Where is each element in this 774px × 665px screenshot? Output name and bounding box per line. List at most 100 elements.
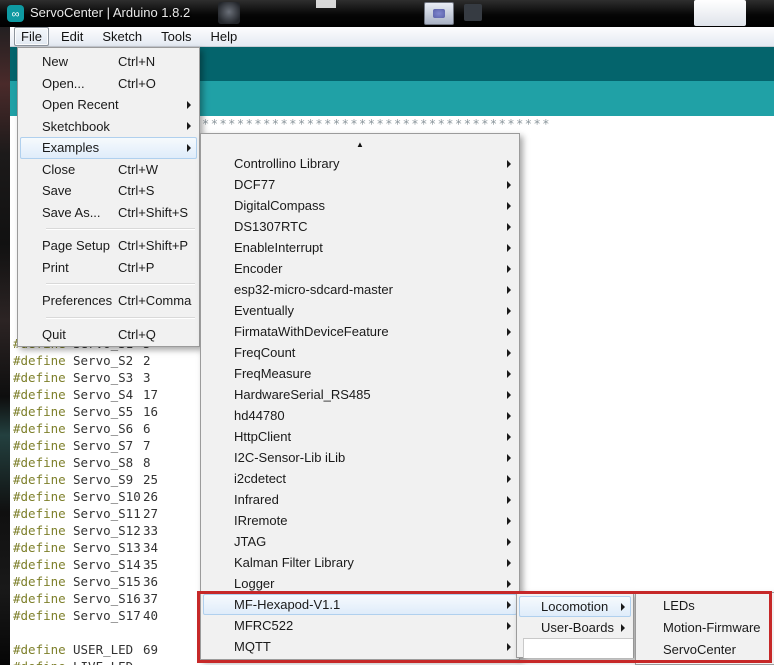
menu-item-label: Sketchbook: [42, 119, 118, 134]
define-value: 37: [143, 590, 158, 607]
menubar-item[interactable]: Tools: [154, 27, 198, 46]
menubar-item[interactable]: File: [14, 27, 49, 46]
menu-item-shortcut: Ctrl+P: [118, 260, 154, 275]
define-identifier: Servo_S2: [73, 352, 143, 369]
menu-item-label: FirmataWithDeviceFeature: [234, 324, 389, 339]
arduino-logo-icon: ∞: [7, 5, 24, 22]
examples-menu-item[interactable]: MF-Hexapod-V1.1: [203, 594, 517, 615]
taskbar-thumbnail[interactable]: [464, 4, 482, 21]
submenu-arrow-icon: [507, 349, 511, 357]
examples-menu-item[interactable]: DCF77: [203, 174, 517, 195]
submenu-arrow-icon: [621, 624, 625, 632]
hexapod-menu-item[interactable]: Locomotion: [519, 596, 631, 617]
examples-menu-item[interactable]: i2cdetect: [203, 468, 517, 489]
examples-menu-item[interactable]: MQTT: [203, 636, 517, 657]
file-menu-item[interactable]: Sketchbook: [20, 116, 197, 138]
define-value: 17: [143, 386, 158, 403]
hexapod-item-list: Locomotion User-Boards: [517, 596, 633, 638]
taskbar-thumbnail[interactable]: [218, 2, 240, 24]
examples-menu-item[interactable]: FreqCount: [203, 342, 517, 363]
file-menu-item[interactable]: Save As... Ctrl+Shift+S: [20, 202, 197, 224]
menu-item-shortcut: Ctrl+Shift+S: [118, 205, 188, 220]
examples-menu-item[interactable]: esp32-micro-sdcard-master: [203, 279, 517, 300]
examples-menu-item[interactable]: MFRC522: [203, 615, 517, 636]
file-menu-item[interactable]: [20, 278, 197, 290]
submenu-arrow-icon: [507, 202, 511, 210]
menubar-item[interactable]: Help: [203, 27, 244, 46]
submenu-arrow-icon: [187, 144, 191, 152]
define-value: 7: [143, 437, 151, 454]
file-menu-item[interactable]: Preferences Ctrl+Comma: [20, 290, 197, 312]
define-directive: #define: [13, 641, 73, 658]
submenu-arrow-icon: [187, 122, 191, 130]
menubar-item[interactable]: Edit: [54, 27, 90, 46]
file-menu-item[interactable]: [20, 312, 197, 324]
file-menu-item[interactable]: Examples: [20, 137, 197, 159]
file-menu-item[interactable]: Page Setup Ctrl+Shift+P: [20, 235, 197, 257]
taskbar-thumbnail[interactable]: [316, 0, 336, 8]
examples-menu-item[interactable]: DS1307RTC: [203, 216, 517, 237]
submenu-arrow-icon: [507, 244, 511, 252]
examples-menu-item[interactable]: JTAG: [203, 531, 517, 552]
taskbar-thumbnail[interactable]: [694, 0, 746, 26]
submenu-arrow-icon: [507, 286, 511, 294]
menu-item-label: I2C-Sensor-Lib iLib: [234, 450, 345, 465]
define-value: 34: [143, 539, 158, 556]
hexapod-menu-item[interactable]: User-Boards: [519, 617, 631, 638]
examples-menu-item[interactable]: Encoder: [203, 258, 517, 279]
boards-menu-item[interactable]: LEDs: [638, 594, 772, 616]
submenu-arrow-icon: [507, 601, 511, 609]
examples-menu-item[interactable]: I2C-Sensor-Lib iLib: [203, 447, 517, 468]
examples-menu-item[interactable]: EnableInterrupt: [203, 237, 517, 258]
examples-menu-item[interactable]: HardwareSerial_RS485: [203, 384, 517, 405]
examples-menu-item[interactable]: Controllino Library: [203, 153, 517, 174]
define-identifier: [73, 624, 143, 641]
screenshot-root: ∞ ServoCenter | Arduino 1.8.2 File Edit …: [0, 0, 774, 665]
file-menu-item[interactable]: [20, 223, 197, 235]
menu-item-label: JTAG: [234, 534, 266, 549]
examples-menu-item[interactable]: Kalman Filter Library: [203, 552, 517, 573]
file-menu-item[interactable]: Print Ctrl+P: [20, 257, 197, 279]
define-identifier: Servo_S6: [73, 420, 143, 437]
menu-item-label: MQTT: [234, 639, 271, 654]
define-value: 2: [143, 352, 151, 369]
desktop-background-sliver: [0, 27, 10, 665]
file-menu-item[interactable]: Open... Ctrl+O: [20, 73, 197, 95]
menu-item-shortcut: Ctrl+W: [118, 162, 158, 177]
examples-menu-item[interactable]: HttpClient: [203, 426, 517, 447]
submenu-arrow-icon: [507, 496, 511, 504]
menu-item-label: Motion-Firmware: [663, 620, 761, 635]
file-menu-item[interactable]: Open Recent: [20, 94, 197, 116]
examples-menu-item[interactable]: Eventually: [203, 300, 517, 321]
submenu-arrow-icon: [621, 603, 625, 611]
examples-menu-item[interactable]: IRremote: [203, 510, 517, 531]
boards-menu-item[interactable]: Motion-Firmware: [638, 616, 772, 638]
define-identifier: Servo_S3: [73, 369, 143, 386]
file-menu-item[interactable]: New Ctrl+N: [20, 51, 197, 73]
define-directive: #define: [13, 454, 73, 471]
define-value: 25: [143, 471, 158, 488]
examples-menu-item[interactable]: FirmataWithDeviceFeature: [203, 321, 517, 342]
file-menu-item[interactable]: Quit Ctrl+Q: [20, 324, 197, 346]
examples-menu-item[interactable]: Infrared: [203, 489, 517, 510]
define-directive: #define: [13, 607, 73, 624]
examples-submenu: ▲ Controllino Library DCF77 DigitalCompa…: [200, 133, 520, 660]
boards-menu-item[interactable]: ServoCenter: [638, 638, 772, 660]
taskbar-thumbnail[interactable]: [424, 2, 454, 25]
examples-menu-item[interactable]: DigitalCompass: [203, 195, 517, 216]
examples-menu-item[interactable]: hd44780: [203, 405, 517, 426]
scroll-up-icon: ▲: [356, 140, 364, 149]
menu-scroll-up[interactable]: ▲: [201, 136, 519, 153]
define-identifier: Servo_S13: [73, 539, 143, 556]
submenu-arrow-icon: [507, 265, 511, 273]
examples-menu-item[interactable]: Logger: [203, 573, 517, 594]
define-identifier: Servo_S10: [73, 488, 143, 505]
menubar-item[interactable]: Sketch: [95, 27, 149, 46]
file-menu-item[interactable]: Save Ctrl+S: [20, 180, 197, 202]
examples-menu-item[interactable]: FreqMeasure: [203, 363, 517, 384]
svg-text:∞: ∞: [12, 9, 20, 21]
menu-item-label: EnableInterrupt: [234, 240, 323, 255]
menu-item-label: New: [42, 54, 118, 69]
file-menu-item[interactable]: Close Ctrl+W: [20, 159, 197, 181]
menu-item-label: i2cdetect: [234, 471, 286, 486]
